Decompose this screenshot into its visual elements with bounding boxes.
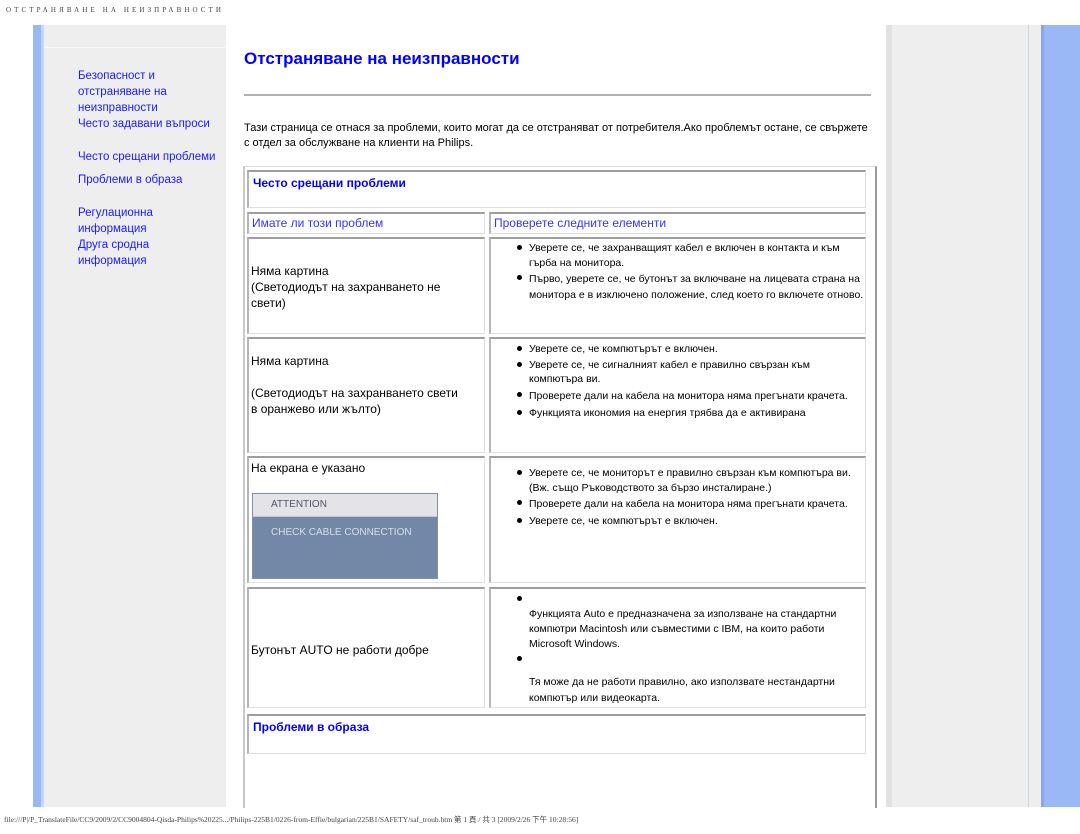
table-row-checks: Функцията Auto е предназначена за използ… bbox=[489, 587, 866, 708]
bullet-icon bbox=[517, 596, 522, 601]
bullet-icon bbox=[517, 391, 522, 397]
osd-title: ATTENTION bbox=[253, 494, 437, 517]
check-item: Функцията икономия на енергия трябва да … bbox=[517, 406, 865, 421]
column-header-problem: Имате ли този проблем bbox=[247, 212, 485, 234]
sidebar-item-faq[interactable]: Често задавани въпроси bbox=[78, 116, 210, 132]
bullet-icon bbox=[517, 346, 522, 351]
check-item: Уверете се, че захранващият кабел е вклю… bbox=[517, 241, 865, 270]
check-item: Тя може да не работи правилно, ако изпол… bbox=[517, 654, 865, 706]
sidebar-item-other-info[interactable]: Друга сродна информация bbox=[78, 237, 149, 269]
sidebar-item-safety-troubleshooting[interactable]: Безопасност и отстраняване на неизправно… bbox=[78, 68, 167, 116]
bullet-icon bbox=[517, 245, 522, 250]
check-item: Проверете дали на кабела на монитора ням… bbox=[517, 496, 865, 512]
table-row-problem: Бутонът AUTO не работи добре bbox=[247, 587, 485, 708]
table-row-checks: Уверете се, че компютърът е включен. Уве… bbox=[489, 337, 866, 453]
osd-message-image: ATTENTION CHECK CABLE CONNECTION bbox=[252, 493, 438, 579]
sidebar bbox=[44, 25, 226, 807]
bullet-icon bbox=[517, 656, 522, 661]
right-accent-bar bbox=[1041, 25, 1080, 807]
intro-text: Тази страница се отнася за проблеми, кои… bbox=[244, 122, 868, 149]
sidebar-item-common-problems[interactable]: Често срещани проблеми bbox=[78, 149, 215, 165]
right-gap bbox=[1029, 25, 1041, 807]
bullet-icon bbox=[517, 518, 522, 523]
table-row-problem: Няма картина (Светодиодът на захранванет… bbox=[247, 237, 485, 334]
divider bbox=[244, 94, 871, 96]
document-header: ОТСТРАНЯВАНЕ НА НЕИЗПРАВНОСТИ bbox=[6, 6, 225, 14]
print-footer: file:///P|/P_TranslateFile/CC9/2009/2/CC… bbox=[4, 815, 579, 824]
check-item: Уверете се, че компютърът е включен. bbox=[517, 514, 865, 529]
bullet-icon bbox=[517, 409, 522, 415]
section-title: Проблеми в образа bbox=[253, 720, 370, 734]
right-panel bbox=[886, 25, 1028, 807]
bullet-icon bbox=[517, 470, 522, 475]
section-header-image-problems: Проблеми в образа bbox=[247, 714, 866, 754]
table-row-checks: Уверете се, че захранващият кабел е вклю… bbox=[489, 237, 866, 334]
check-item: Първо, уверете се, че бутонът за включва… bbox=[517, 271, 865, 303]
bullet-icon bbox=[517, 361, 522, 367]
bullet-icon bbox=[517, 275, 522, 280]
section-title: Често срещани проблеми bbox=[253, 176, 406, 190]
check-item: Уверете се, че мониторът е правилно свър… bbox=[517, 466, 865, 495]
table-row-checks: Уверете се, че мониторът е правилно свър… bbox=[489, 456, 866, 583]
sidebar-item-image-problems[interactable]: Проблеми в образа bbox=[78, 172, 182, 188]
osd-message: CHECK CABLE CONNECTION bbox=[253, 517, 437, 578]
table-row-problem: На екрана е указано ATTENTION CHECK CABL… bbox=[247, 456, 485, 583]
page-title: Отстраняване на неизправности bbox=[244, 49, 520, 68]
check-item: Уверете се, че сигналният кабел е правил… bbox=[517, 358, 865, 387]
section-header-common-problems: Често срещани проблеми bbox=[247, 170, 866, 208]
check-item: Функцията Auto е предназначена за използ… bbox=[517, 594, 865, 652]
check-item: Проверете дали на кабела на монитора ням… bbox=[517, 388, 865, 404]
sidebar-item-regulatory[interactable]: Регулационна информация bbox=[78, 205, 153, 237]
table-row-problem: Няма картина (Светодиодът на захранванет… bbox=[247, 337, 485, 453]
check-item: Уверете се, че компютърът е включен. bbox=[517, 342, 865, 357]
column-header-check: Проверете следните елементи bbox=[489, 212, 866, 234]
left-accent-bar bbox=[33, 25, 44, 807]
bullet-icon bbox=[517, 500, 522, 505]
